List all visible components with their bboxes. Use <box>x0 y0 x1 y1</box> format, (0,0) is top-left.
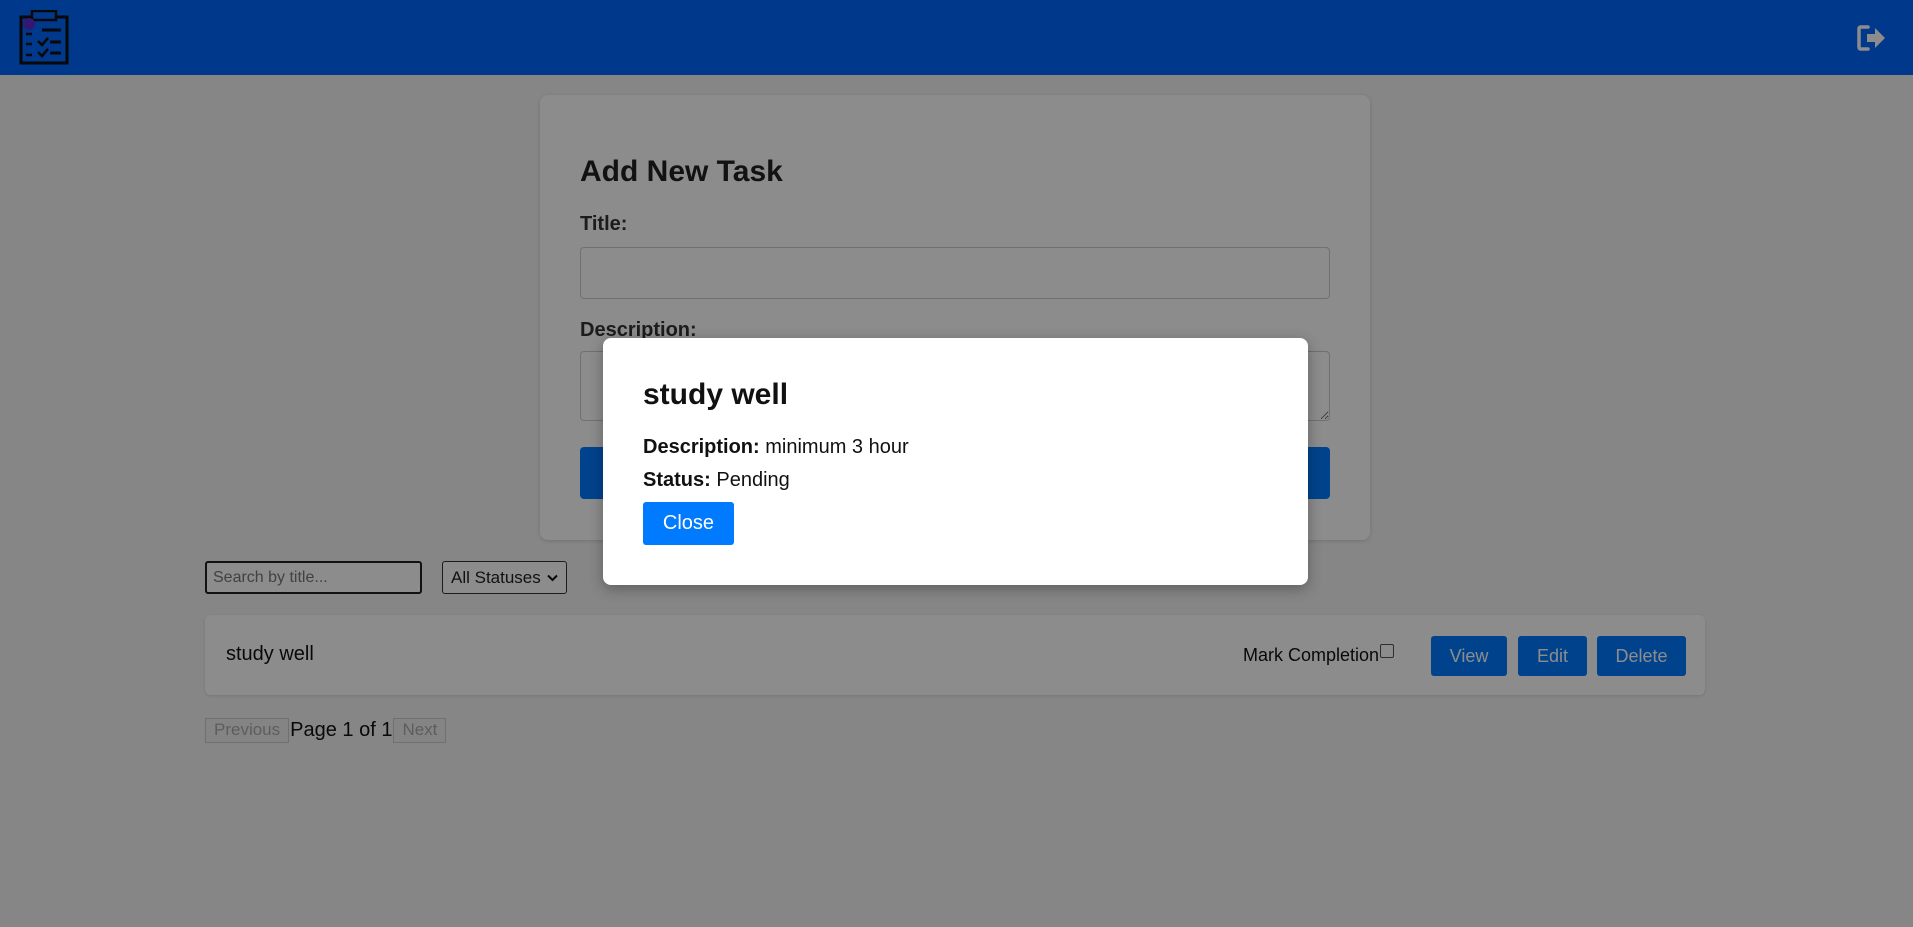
modal-description-label: Description: <box>643 436 760 458</box>
modal-status-value: Pending <box>716 469 790 491</box>
task-details-modal: study well Description: minimum 3 hour S… <box>603 338 1308 585</box>
modal-description-value: minimum 3 hour <box>765 436 909 458</box>
modal-status-row: Status: Pending <box>643 469 790 492</box>
modal-description-row: Description: minimum 3 hour <box>643 436 909 459</box>
modal-title: study well <box>643 378 789 411</box>
close-button[interactable]: Close <box>643 502 734 545</box>
modal-status-label: Status: <box>643 469 711 491</box>
